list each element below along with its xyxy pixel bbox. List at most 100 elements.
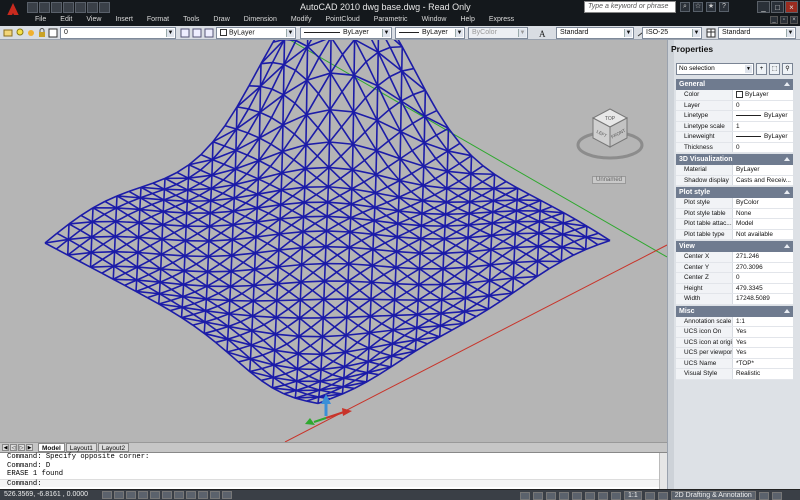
menu-file[interactable]: File: [28, 16, 53, 23]
workspace-switch[interactable]: 2D Drafting & Annotation: [670, 491, 756, 500]
minimize-icon[interactable]: _: [757, 1, 770, 13]
menu-format[interactable]: Format: [140, 16, 176, 23]
search-input[interactable]: Type a keyword or phrase: [584, 1, 676, 13]
lineweight-toggle-icon[interactable]: [210, 491, 220, 499]
viewport-canvas[interactable]: [0, 40, 667, 442]
text-style-icon[interactable]: A: [538, 28, 548, 38]
palette-title-strip[interactable]: [668, 40, 674, 489]
drawing-viewport[interactable]: TOP LEFT FRONT Unnamed: [0, 40, 667, 442]
property-value[interactable]: 270.3096: [733, 263, 793, 273]
property-value[interactable]: Realistic: [733, 369, 793, 379]
table-style-dropdown[interactable]: Standard ▼: [718, 27, 796, 39]
dynamic-input-icon[interactable]: [198, 491, 208, 499]
annotation-visibility-icon[interactable]: [644, 491, 655, 500]
save-as-icon[interactable]: [63, 2, 74, 13]
property-value[interactable]: ByLayer: [733, 165, 793, 175]
toggle-pickadd-icon[interactable]: +: [756, 63, 767, 75]
quick-view-drawings-icon[interactable]: [546, 491, 556, 500]
pan-icon[interactable]: [559, 491, 569, 500]
menu-express[interactable]: Express: [482, 16, 521, 23]
undo-icon[interactable]: [87, 2, 98, 13]
table-style-icon[interactable]: [706, 28, 716, 38]
command-input[interactable]: Command:: [0, 478, 667, 488]
chevron-down-icon[interactable]: ▼: [786, 29, 794, 37]
menu-dimension[interactable]: Dimension: [237, 16, 284, 23]
menu-help[interactable]: Help: [453, 16, 481, 23]
menu-modify[interactable]: Modify: [284, 16, 319, 23]
make-current-layer-icon[interactable]: [180, 28, 190, 38]
chevron-down-icon[interactable]: ▼: [286, 29, 294, 37]
property-value[interactable]: Yes: [733, 327, 793, 337]
menu-tools[interactable]: Tools: [176, 16, 206, 23]
property-value[interactable]: 479.3345: [733, 284, 793, 294]
property-value[interactable]: Not available: [733, 230, 793, 240]
ortho-mode-icon[interactable]: [126, 491, 136, 499]
coordinate-readout[interactable]: 526.3569, -6.8161 , 0.0000: [4, 491, 88, 498]
command-scrollbar[interactable]: [659, 453, 667, 489]
grid-display-icon[interactable]: [114, 491, 124, 499]
chevron-down-icon[interactable]: ▼: [455, 29, 463, 37]
menu-view[interactable]: View: [79, 16, 108, 23]
match-properties-icon[interactable]: [204, 28, 214, 38]
maximize-icon[interactable]: □: [771, 1, 784, 13]
property-value[interactable]: Yes: [733, 348, 793, 358]
ucs-menu-button[interactable]: Unnamed: [592, 176, 626, 184]
help-icon[interactable]: ?: [719, 2, 729, 12]
menu-edit[interactable]: Edit: [53, 16, 79, 23]
lineweight-control-dropdown[interactable]: ByLayer ▼: [395, 27, 465, 39]
tab-model[interactable]: Model: [38, 443, 65, 452]
tab-layout2[interactable]: Layout2: [97, 443, 130, 452]
dynamic-ucs-icon[interactable]: [186, 491, 196, 499]
doc-close-icon[interactable]: ×: [790, 16, 798, 24]
selection-dropdown[interactable]: No selection ▼: [676, 63, 754, 75]
layer-dropdown[interactable]: 0 ▼: [60, 27, 176, 39]
select-objects-icon[interactable]: ⬚: [769, 63, 780, 75]
section-3d-visualization[interactable]: 3D Visualization: [676, 154, 793, 165]
text-style-dropdown[interactable]: Standard ▼: [556, 27, 634, 39]
zoom-icon[interactable]: [572, 491, 582, 500]
property-value[interactable]: 271.246: [733, 252, 793, 262]
section-misc[interactable]: Misc: [676, 305, 793, 317]
property-value[interactable]: ByLayer: [733, 111, 793, 121]
viewcube[interactable]: TOP LEFT FRONT: [575, 105, 645, 175]
model-space-icon[interactable]: [520, 491, 530, 500]
lock-ui-icon[interactable]: [758, 491, 769, 500]
tab-layout1[interactable]: Layout1: [65, 443, 97, 452]
auto-scale-icon[interactable]: [657, 491, 668, 500]
command-window[interactable]: Command: Specify opposite corner: Comman…: [0, 452, 667, 489]
quick-properties-icon[interactable]: [222, 491, 232, 499]
communication-center-icon[interactable]: ☆: [693, 2, 703, 12]
property-value[interactable]: 0: [733, 101, 793, 111]
dimension-style-dropdown[interactable]: ISO-25 ▼: [642, 27, 702, 39]
menu-parametric[interactable]: Parametric: [367, 16, 415, 23]
annotation-scale-icon[interactable]: [611, 491, 621, 500]
section-plot-style[interactable]: Plot style: [676, 187, 793, 198]
favorites-icon[interactable]: ★: [706, 2, 716, 12]
section-general[interactable]: General: [676, 79, 793, 90]
color-control-dropdown[interactable]: ByLayer ▼: [216, 27, 296, 39]
quick-view-layouts-icon[interactable]: [533, 491, 543, 500]
chevron-down-icon[interactable]: ▼: [692, 29, 700, 37]
doc-restore-icon[interactable]: ▫: [780, 16, 788, 24]
property-value[interactable]: 1: [733, 122, 793, 132]
chevron-down-icon[interactable]: ▼: [382, 29, 390, 37]
property-value[interactable]: ByLayer: [733, 132, 793, 142]
property-value[interactable]: 0: [733, 143, 793, 153]
property-value[interactable]: 17248.5089: [733, 294, 793, 304]
property-value[interactable]: ByLayer: [733, 90, 793, 100]
polar-tracking-icon[interactable]: [138, 491, 148, 499]
showmotion-icon[interactable]: [598, 491, 608, 500]
property-value[interactable]: Casts and Receiv...: [733, 176, 793, 186]
next-tab-icon[interactable]: ▷: [18, 444, 25, 451]
property-value[interactable]: None: [733, 209, 793, 219]
3d-object-snap-icon[interactable]: [162, 491, 172, 499]
section-view[interactable]: View: [676, 241, 793, 252]
property-value[interactable]: ByColor: [733, 198, 793, 208]
property-value[interactable]: Model: [733, 219, 793, 229]
steeringwheel-icon[interactable]: [585, 491, 595, 500]
object-snap-tracking-icon[interactable]: [174, 491, 184, 499]
property-value[interactable]: *TOP*: [733, 359, 793, 369]
chevron-down-icon[interactable]: ▼: [166, 29, 174, 37]
print-icon[interactable]: [75, 2, 86, 13]
menu-pointcloud[interactable]: PointCloud: [318, 16, 366, 23]
